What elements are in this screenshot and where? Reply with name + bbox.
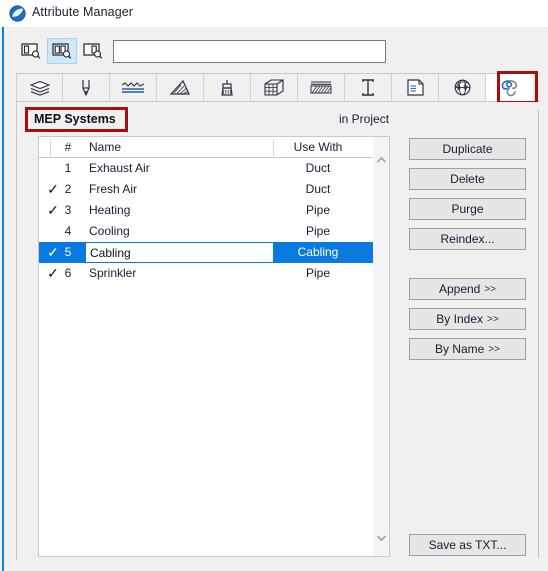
list-scrollbar[interactable] [373,136,390,557]
by-name-button-label: By Name [434,342,485,356]
row-name[interactable]: Heating [89,203,130,217]
row-index: 2 [64,182,72,196]
line-types-icon [121,81,145,95]
row-index: 4 [64,224,72,238]
append-arrows: >> [484,283,497,295]
row-name-input[interactable] [87,244,272,261]
tab-surfaces[interactable] [204,74,251,101]
by-index-button[interactable]: By Index >> [409,308,526,330]
window-accent-border [2,27,4,571]
column-header-name[interactable]: Name [89,140,121,154]
search-input[interactable] [114,41,385,62]
tab-composites[interactable] [251,74,298,101]
row-name[interactable]: Exhaust Air [89,161,150,175]
window-title: Attribute Manager [32,5,134,19]
scroll-up-icon[interactable] [373,151,389,168]
check-icon: ✓ [47,202,59,218]
layer-sheet-icon [406,79,425,96]
tab-fill-types[interactable] [157,74,204,101]
header-divider-1 [50,139,51,156]
column-header-use-with[interactable]: Use With [275,140,361,154]
save-as-txt-button[interactable]: Save as TXT... [409,534,526,556]
delete-button[interactable]: Delete [409,168,526,190]
purge-button-label: Purge [451,202,484,216]
composite-wall-icon [263,79,285,96]
archicad-globe-icon [9,5,26,22]
tab-building-materials[interactable] [16,74,63,101]
paint-brush-icon [218,79,236,97]
left-pane-view-icon[interactable] [16,38,46,64]
table-row[interactable]: 1 Exhaust Air Duct [39,158,373,179]
table-row[interactable]: 4 Cooling Pipe [39,221,373,242]
tab-pen-sets[interactable] [63,74,110,101]
row-index: 3 [64,203,72,217]
zone-hatch-icon [309,80,333,95]
by-index-button-label: By Index [436,312,483,326]
purge-button[interactable]: Purge [409,198,526,220]
row-use-with: Pipe [305,224,331,238]
row-index: 6 [64,266,72,280]
by-index-arrows: >> [487,313,499,325]
by-name-button[interactable]: By Name >> [409,338,526,360]
search-field[interactable] [113,40,386,63]
row-index: 1 [64,161,72,175]
attribute-type-tabs [16,73,540,102]
row-name-edit-field[interactable] [86,243,273,262]
i-beam-profile-icon [359,79,377,96]
check-icon: ✓ [47,265,59,281]
attribute-manager-window: Attribute Manager MEP Systems in Project… [0,0,548,571]
row-name[interactable]: Cooling [89,224,130,238]
reindex-button[interactable]: Reindex... [409,228,526,250]
row-name[interactable]: Sprinkler [89,266,136,280]
column-header-index[interactable]: # [61,140,75,154]
right-pane-view-icon[interactable] [78,38,108,64]
mep-systems-icon [499,78,521,98]
header-divider-2 [273,139,274,156]
append-button-label: Append [438,282,481,296]
tab-mep-systems[interactable] [486,74,533,101]
duplicate-button[interactable]: Duplicate [409,138,526,160]
scroll-down-icon[interactable] [373,529,389,546]
source-label: in Project [339,112,390,126]
list-header: # Name Use With [39,137,373,158]
attributes-list[interactable]: # Name Use With 1 Exhaust Air Duct ✓ 2 F… [38,136,373,557]
row-use-with: Duct [305,161,331,175]
duplicate-button-label: Duplicate [442,142,493,156]
tab-profiles[interactable] [345,74,392,101]
check-icon: ✓ [47,244,59,260]
tab-markup-styles[interactable] [439,74,486,101]
row-use-with: Pipe [305,203,331,217]
row-index: 5 [64,245,72,259]
panel-right-divider [538,110,539,558]
delete-button-label: Delete [450,172,485,186]
table-row[interactable]: ✓ 3 Heating Pipe [39,200,373,221]
row-name[interactable]: Fresh Air [89,182,137,196]
attribute-type-label: MEP Systems [34,112,116,126]
tab-layer-combinations[interactable] [392,74,439,101]
title-bar: Attribute Manager [0,0,548,27]
save-as-txt-button-label: Save as TXT... [428,538,507,552]
by-name-arrows: >> [488,343,501,355]
reindex-button-label: Reindex... [440,232,495,246]
fill-hatch-icon [169,79,191,96]
table-row-selected[interactable]: ✓ 5 Cabling [39,242,373,263]
row-use-with: Duct [305,182,331,196]
globe-icon [454,79,471,96]
tab-line-types[interactable] [110,74,157,101]
row-use-with: Pipe [305,266,331,280]
layers-icon [28,80,51,96]
table-row[interactable]: ✓ 6 Sprinkler Pipe [39,263,373,284]
check-icon: ✓ [47,181,59,197]
pen-icon [79,79,93,97]
table-row[interactable]: ✓ 2 Fresh Air Duct [39,179,373,200]
row-use-with: Cabling [297,245,339,259]
append-button[interactable]: Append >> [409,278,526,300]
both-panes-view-icon[interactable] [47,38,77,64]
tab-zone-categories[interactable] [298,74,345,101]
